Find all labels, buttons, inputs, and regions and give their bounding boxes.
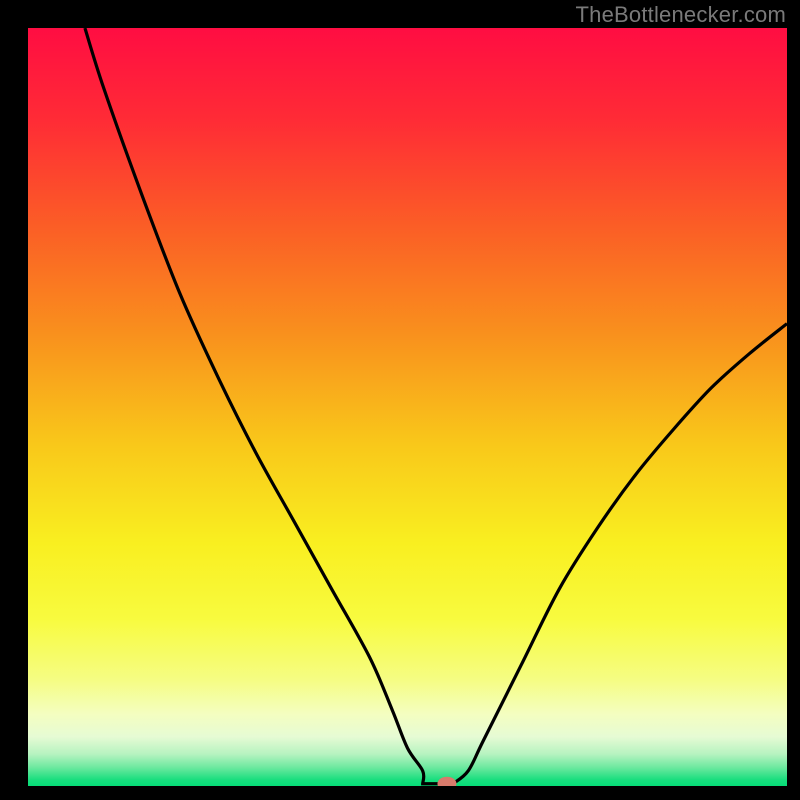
chart-container: TheBottlenecker.com (0, 0, 800, 800)
gradient-background (28, 28, 787, 786)
optimal-point-marker (437, 777, 456, 791)
chart-svg (0, 0, 800, 800)
attribution-text: TheBottlenecker.com (576, 2, 786, 28)
